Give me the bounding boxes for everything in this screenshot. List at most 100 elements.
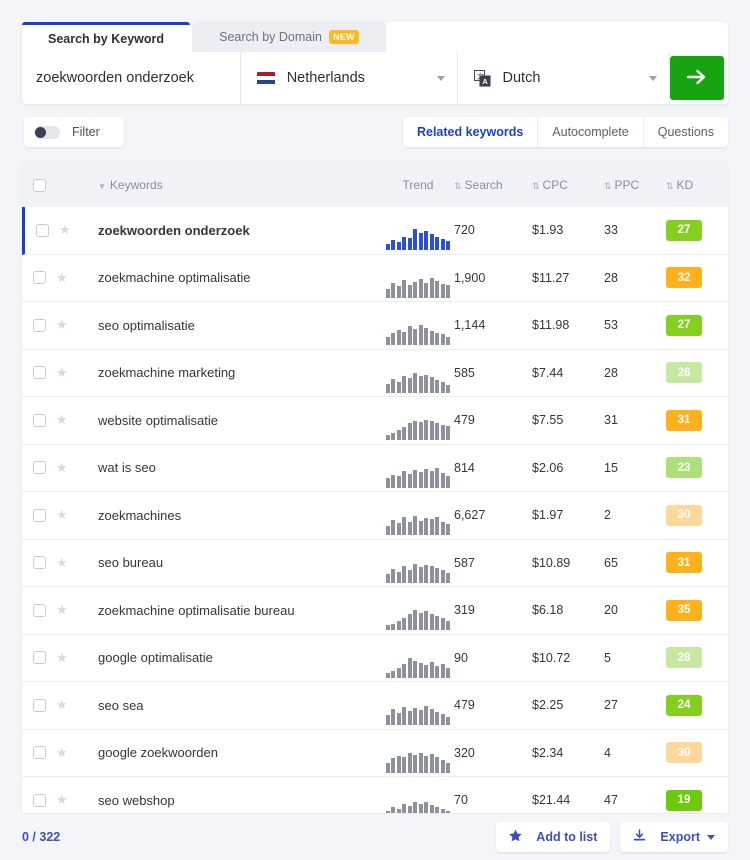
row-keyword[interactable]: zoekmachine optimalisatie bureau [84,603,382,618]
export-button[interactable]: Export [620,822,728,852]
header-cpc-label: CPC [543,178,568,192]
row-checkbox[interactable] [33,319,46,332]
table-row[interactable]: ★google optimalisatie90$10.72528 [22,635,728,683]
tab-related-keywords[interactable]: Related keywords [403,117,537,147]
filter-toggle-switch[interactable] [34,126,60,139]
table-row[interactable]: ★seo optimalisatie1,144$11.985327 [22,302,728,350]
row-keyword[interactable]: google optimalisatie [84,650,382,665]
kd-badge: 27 [666,220,702,241]
row-keyword[interactable]: website optimalisatie [84,413,382,428]
table-row[interactable]: ★seo bureau587$10.896531 [22,540,728,588]
table-row[interactable]: ★zoekmachine optimalisatie1,900$11.27283… [22,255,728,303]
chevron-down-icon [437,76,445,81]
row-search-volume: 479 [454,413,532,427]
row-ppc: 53 [604,318,666,332]
search-input[interactable] [36,70,240,86]
kd-badge: 27 [666,315,702,336]
country-select[interactable]: Netherlands [241,52,458,104]
row-keyword[interactable]: seo webshop [84,793,382,808]
table-row[interactable]: ★website optimalisatie479$7.553131 [22,397,728,445]
table-row[interactable]: ★zoekmachine marketing585$7.442826 [22,350,728,398]
table-row[interactable]: ★seo sea479$2.252724 [22,682,728,730]
table-row[interactable]: ★google zoekwoorden320$2.34430 [22,730,728,778]
header-cpc[interactable]: ⇅CPC [532,178,604,192]
search-submit-button[interactable] [670,56,724,100]
row-search-volume: 319 [454,603,532,617]
chevron-down-icon [649,76,657,81]
favorite-star-icon[interactable]: ★ [56,555,68,570]
row-checkbox[interactable] [33,509,46,522]
row-checkbox[interactable] [33,794,46,807]
row-checkbox[interactable] [33,366,46,379]
table-row[interactable]: ★zoekmachines6,627$1.97230 [22,492,728,540]
row-keyword[interactable]: seo sea [84,698,382,713]
header-trend: Trend [382,178,454,192]
language-select[interactable]: 文 A Dutch [458,52,671,104]
favorite-star-icon[interactable]: ★ [56,460,68,475]
favorite-star-icon[interactable]: ★ [59,222,71,237]
row-keyword[interactable]: seo bureau [84,555,382,570]
add-to-list-button[interactable]: Add to list [496,822,610,852]
row-keyword[interactable]: seo optimalisatie [84,318,382,333]
row-kd-cell: 30 [666,505,728,526]
row-kd-cell: 31 [666,410,728,431]
download-icon [633,829,653,845]
header-kd[interactable]: ⇅KD [666,178,728,192]
favorite-star-icon[interactable]: ★ [56,412,68,427]
tab-questions[interactable]: Questions [643,117,728,147]
header-ppc[interactable]: ⇅PPC [604,178,666,192]
row-keyword[interactable]: zoekmachine marketing [84,365,382,380]
row-checkbox[interactable] [33,414,46,427]
row-select-cell [25,224,59,237]
tab-search-by-domain[interactable]: Search by Domain NEW [192,22,386,52]
row-cpc: $2.34 [532,746,604,760]
row-star-cell: ★ [56,650,84,666]
trend-sparkline [386,608,450,630]
row-trend-cell [382,599,454,621]
header-search[interactable]: ⇅Search [454,178,532,192]
favorite-star-icon[interactable]: ★ [56,745,68,760]
table-row[interactable]: ★zoekwoorden onderzoek720$1.933327 [22,207,728,255]
kd-badge: 28 [666,647,702,668]
favorite-star-icon[interactable]: ★ [56,270,68,285]
table-row[interactable]: ★wat is seo814$2.061523 [22,445,728,493]
row-star-cell: ★ [56,555,84,571]
row-checkbox[interactable] [33,271,46,284]
row-checkbox[interactable] [33,699,46,712]
favorite-star-icon[interactable]: ★ [56,792,68,807]
favorite-star-icon[interactable]: ★ [56,602,68,617]
favorite-star-icon[interactable]: ★ [56,650,68,665]
row-checkbox[interactable] [33,651,46,664]
row-search-volume: 6,627 [454,508,532,522]
favorite-star-icon[interactable]: ★ [56,365,68,380]
row-trend-cell [382,742,454,764]
row-checkbox[interactable] [33,461,46,474]
tab-search-by-keyword[interactable]: Search by Keyword [22,22,190,52]
row-checkbox[interactable] [33,746,46,759]
favorite-star-icon[interactable]: ★ [56,507,68,522]
row-kd-cell: 32 [666,267,728,288]
filter-toggle-button[interactable]: Filter [24,117,124,147]
table-row[interactable]: ★seo webshop70$21.444719 [22,777,728,813]
row-ppc: 4 [604,746,666,760]
row-keyword[interactable]: zoekmachines [84,508,382,523]
table-row[interactable]: ★zoekmachine optimalisatie bureau319$6.1… [22,587,728,635]
row-cpc: $7.55 [532,413,604,427]
trend-sparkline [386,228,450,250]
kd-badge: 19 [666,790,702,811]
header-keywords[interactable]: ▼Keywords [84,178,382,192]
row-keyword[interactable]: google zoekwoorden [84,745,382,760]
row-checkbox[interactable] [33,556,46,569]
row-checkbox[interactable] [36,224,49,237]
row-checkbox[interactable] [33,604,46,617]
kd-badge: 35 [666,600,702,621]
row-keyword[interactable]: wat is seo [84,460,382,475]
tab-autocomplete[interactable]: Autocomplete [537,117,642,147]
select-all-checkbox[interactable] [33,179,46,192]
row-keyword[interactable]: zoekwoorden onderzoek [87,223,382,238]
row-keyword[interactable]: zoekmachine optimalisatie [84,270,382,285]
row-kd-cell: 23 [666,457,728,478]
favorite-star-icon[interactable]: ★ [56,697,68,712]
filter-label: Filter [72,125,100,139]
favorite-star-icon[interactable]: ★ [56,317,68,332]
